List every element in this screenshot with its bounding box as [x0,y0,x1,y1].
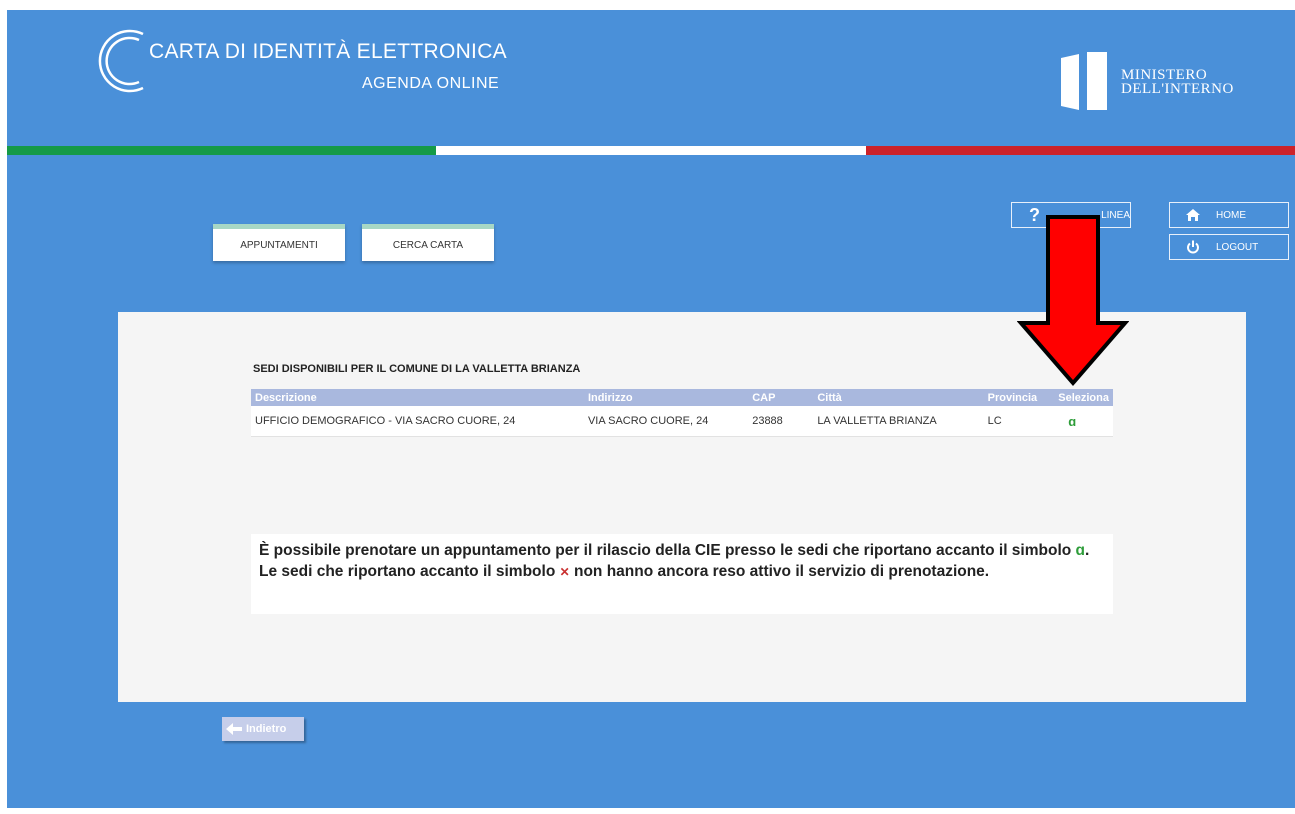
ministry-logo-icon [1061,52,1107,110]
back-button[interactable]: Indietro [222,717,304,741]
cell-descrizione: UFFICIO DEMOGRAFICO - VIA SACRO CUORE, 2… [251,406,584,437]
col-indirizzo: Indirizzo [583,389,749,406]
col-seleziona: Seleziona [1054,389,1113,406]
flag-white [436,146,866,155]
col-citta: Città [813,389,984,406]
cell-citta: LA VALLETTA BRIANZA [813,406,984,437]
flag-red [865,146,1295,155]
back-label: Indietro [246,723,287,735]
col-descrizione: Descrizione [251,389,584,406]
logout-label: LOGOUT [1216,241,1259,253]
cell-provincia: LC [983,406,1055,437]
ministry-name: MINISTERO DELL'INTERNO [1121,67,1234,97]
arrow-left-icon [222,723,246,735]
power-icon [1170,240,1216,254]
unavailable-symbol-icon: ✕ [559,565,570,579]
col-provincia: Provincia [983,389,1055,406]
section-title: SEDI DISPONIBILI PER IL COMUNE DI LA VAL… [253,363,581,375]
sedi-table: Descrizione Indirizzo CAP Città Provinci… [251,389,1113,437]
app-title: CARTA DI IDENTITÀ ELETTRONICA [149,40,507,63]
cell-indirizzo: VIA SACRO CUORE, 24 [583,406,749,437]
cerca-carta-button[interactable]: CERCA CARTA [362,224,494,261]
home-label: HOME [1216,209,1246,221]
table-header-row: Descrizione Indirizzo CAP Città Provinci… [251,389,1113,406]
house-icon [1170,208,1216,222]
select-check-icon[interactable]: ɑ [1068,414,1076,429]
logout-button[interactable]: LOGOUT [1169,234,1289,260]
info-message: È possibile prenotare un appuntamento pe… [251,534,1113,614]
app-subtitle: AGENDA ONLINE [362,75,500,92]
cie-logo-icon [98,29,144,93]
cell-seleziona: ɑ [1054,406,1113,437]
flag-green [7,146,437,155]
cell-cap: 23888 [748,406,814,437]
home-button[interactable]: HOME [1169,202,1289,228]
col-cap: CAP [748,389,814,406]
available-symbol-icon: ɑ [1075,542,1086,559]
app-window: CARTA DI IDENTITÀ ELETTRONICA AGENDA ONL… [7,10,1295,808]
table-row: UFFICIO DEMOGRAFICO - VIA SACRO CUORE, 2… [251,406,1113,437]
red-down-arrow-icon [1017,215,1129,387]
appuntamenti-button[interactable]: APPUNTAMENTI [213,224,345,261]
italian-flag-stripe [7,146,1295,155]
